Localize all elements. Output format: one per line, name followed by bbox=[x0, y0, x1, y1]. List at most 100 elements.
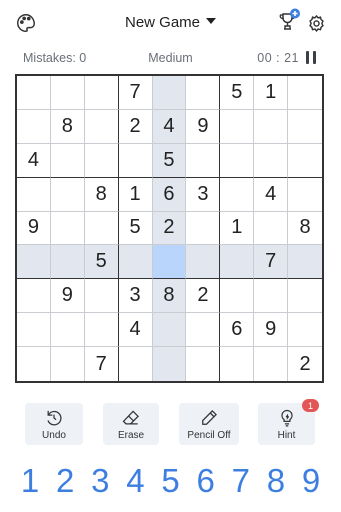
pencil-button[interactable]: Pencil Off bbox=[179, 403, 239, 445]
sudoku-cell-r4-c2[interactable] bbox=[50, 177, 85, 212]
sudoku-cell-r3-c1[interactable]: 4 bbox=[17, 143, 51, 178]
sudoku-cell-r6-c1[interactable] bbox=[17, 245, 51, 280]
sudoku-cell-r7-c4[interactable]: 3 bbox=[118, 279, 153, 314]
sudoku-cell-r5-c1[interactable]: 9 bbox=[17, 211, 51, 246]
sudoku-cell-r2-c4[interactable]: 2 bbox=[118, 109, 153, 144]
sudoku-cell-r1-c8[interactable]: 1 bbox=[254, 76, 289, 110]
sudoku-cell-r9-c6[interactable] bbox=[186, 347, 221, 381]
sudoku-cell-r9-c9[interactable]: 2 bbox=[288, 347, 322, 381]
sudoku-cell-r3-c5[interactable]: 5 bbox=[152, 143, 187, 178]
sudoku-cell-r2-c9[interactable] bbox=[288, 109, 322, 144]
sudoku-cell-r7-c5[interactable]: 8 bbox=[152, 279, 187, 314]
sudoku-cell-r9-c4[interactable] bbox=[118, 347, 153, 381]
sudoku-cell-r1-c9[interactable] bbox=[288, 76, 322, 110]
sudoku-cell-r5-c8[interactable] bbox=[254, 211, 289, 246]
number-button-8[interactable]: 8 bbox=[261, 462, 291, 502]
sudoku-cell-r8-c9[interactable] bbox=[288, 313, 322, 348]
sudoku-cell-r6-c2[interactable] bbox=[50, 245, 85, 280]
sudoku-cell-r7-c3[interactable] bbox=[84, 279, 119, 314]
sudoku-cell-r6-c9[interactable] bbox=[288, 245, 322, 280]
sudoku-cell-r5-c2[interactable] bbox=[50, 211, 85, 246]
sudoku-cell-r8-c5[interactable] bbox=[152, 313, 187, 348]
sudoku-cell-r2-c7[interactable] bbox=[220, 109, 255, 144]
sudoku-cell-r7-c2[interactable]: 9 bbox=[50, 279, 85, 314]
sudoku-cell-r5-c6[interactable] bbox=[186, 211, 221, 246]
sudoku-cell-r1-c6[interactable] bbox=[186, 76, 221, 110]
number-button-6[interactable]: 6 bbox=[191, 462, 221, 502]
number-button-9[interactable]: 9 bbox=[296, 462, 326, 502]
sudoku-cell-r8-c1[interactable] bbox=[17, 313, 51, 348]
sudoku-cell-r9-c3[interactable]: 7 bbox=[84, 347, 119, 381]
sudoku-cell-r2-c1[interactable] bbox=[17, 109, 51, 144]
sudoku-cell-r8-c2[interactable] bbox=[50, 313, 85, 348]
sudoku-cell-r2-c2[interactable]: 8 bbox=[50, 109, 85, 144]
trophy-icon[interactable] bbox=[277, 8, 301, 34]
sudoku-cell-r9-c7[interactable] bbox=[220, 347, 255, 381]
sudoku-cell-r7-c7[interactable] bbox=[220, 279, 255, 314]
sudoku-cell-r8-c4[interactable]: 4 bbox=[118, 313, 153, 348]
number-button-4[interactable]: 4 bbox=[120, 462, 150, 502]
sudoku-cell-r6-c7[interactable] bbox=[220, 245, 255, 280]
hint-button[interactable]: Hint 1 bbox=[258, 399, 319, 445]
sudoku-cell-r8-c8[interactable]: 9 bbox=[254, 313, 289, 348]
sudoku-cell-r5-c7[interactable]: 1 bbox=[220, 211, 255, 246]
sudoku-cell-r3-c6[interactable] bbox=[186, 143, 221, 178]
sudoku-cell-r2-c8[interactable] bbox=[254, 109, 289, 144]
sudoku-cell-r7-c1[interactable] bbox=[17, 279, 51, 314]
number-button-7[interactable]: 7 bbox=[226, 462, 256, 502]
sudoku-cell-r3-c2[interactable] bbox=[50, 143, 85, 178]
number-button-3[interactable]: 3 bbox=[85, 462, 115, 502]
sudoku-cell-r1-c1[interactable] bbox=[17, 76, 51, 110]
undo-button[interactable]: Undo bbox=[25, 403, 83, 445]
sudoku-cell-r4-c8[interactable]: 4 bbox=[254, 177, 289, 212]
sudoku-cell-r5-c3[interactable] bbox=[84, 211, 119, 246]
sudoku-cell-r7-c6[interactable]: 2 bbox=[186, 279, 221, 314]
sudoku-cell-r7-c9[interactable] bbox=[288, 279, 322, 314]
sudoku-cell-r2-c5[interactable]: 4 bbox=[152, 109, 187, 144]
number-button-5[interactable]: 5 bbox=[156, 462, 186, 502]
pause-icon[interactable] bbox=[306, 51, 318, 64]
sudoku-cell-r9-c2[interactable] bbox=[50, 347, 85, 381]
sudoku-cell-r1-c4[interactable]: 7 bbox=[118, 76, 153, 110]
sudoku-cell-r2-c6[interactable]: 9 bbox=[186, 109, 221, 144]
sudoku-cell-r3-c7[interactable] bbox=[220, 143, 255, 178]
sudoku-cell-r1-c7[interactable]: 5 bbox=[220, 76, 255, 110]
sudoku-cell-r6-c4[interactable] bbox=[118, 245, 153, 280]
sudoku-board: 751824945816349521857938246972 bbox=[15, 74, 324, 383]
number-pad: 123456789 bbox=[15, 462, 326, 502]
sudoku-cell-r5-c4[interactable]: 5 bbox=[118, 211, 153, 246]
sudoku-cell-r4-c7[interactable] bbox=[220, 177, 255, 212]
sudoku-cell-r8-c3[interactable] bbox=[84, 313, 119, 348]
sudoku-cell-r9-c8[interactable] bbox=[254, 347, 289, 381]
sudoku-cell-r5-c9[interactable]: 8 bbox=[288, 211, 322, 246]
sudoku-cell-r1-c2[interactable] bbox=[50, 76, 85, 110]
sudoku-cell-r4-c1[interactable] bbox=[17, 177, 51, 212]
sudoku-cell-r4-c9[interactable] bbox=[288, 177, 322, 212]
sudoku-cell-r3-c3[interactable] bbox=[84, 143, 119, 178]
sudoku-cell-r3-c4[interactable] bbox=[118, 143, 153, 178]
sudoku-cell-r6-c5[interactable] bbox=[152, 245, 187, 280]
sudoku-cell-r1-c3[interactable] bbox=[84, 76, 119, 110]
sudoku-cell-r4-c3[interactable]: 8 bbox=[84, 177, 119, 212]
number-button-1[interactable]: 1 bbox=[15, 462, 45, 502]
number-button-2[interactable]: 2 bbox=[50, 462, 80, 502]
erase-button[interactable]: Erase bbox=[103, 403, 159, 445]
sudoku-cell-r9-c5[interactable] bbox=[152, 347, 187, 381]
sudoku-cell-r8-c7[interactable]: 6 bbox=[220, 313, 255, 348]
sudoku-cell-r4-c6[interactable]: 3 bbox=[186, 177, 221, 212]
sudoku-cell-r8-c6[interactable] bbox=[186, 313, 221, 348]
sudoku-cell-r3-c8[interactable] bbox=[254, 143, 289, 178]
sudoku-cell-r6-c8[interactable]: 7 bbox=[254, 245, 289, 280]
sudoku-cell-r3-c9[interactable] bbox=[288, 143, 322, 178]
sudoku-cell-r1-c5[interactable] bbox=[152, 76, 187, 110]
sudoku-cell-r4-c5[interactable]: 6 bbox=[152, 177, 187, 212]
sudoku-cell-r5-c5[interactable]: 2 bbox=[152, 211, 187, 246]
tool-bar: Undo Erase Pencil Off Hint 1 bbox=[0, 399, 341, 447]
sudoku-cell-r6-c6[interactable] bbox=[186, 245, 221, 280]
sudoku-cell-r4-c4[interactable]: 1 bbox=[118, 177, 153, 212]
sudoku-cell-r9-c1[interactable] bbox=[17, 347, 51, 381]
sudoku-cell-r7-c8[interactable] bbox=[254, 279, 289, 314]
sudoku-cell-r6-c3[interactable]: 5 bbox=[84, 245, 119, 280]
sudoku-cell-r2-c3[interactable] bbox=[84, 109, 119, 144]
gear-icon[interactable] bbox=[306, 13, 326, 33]
